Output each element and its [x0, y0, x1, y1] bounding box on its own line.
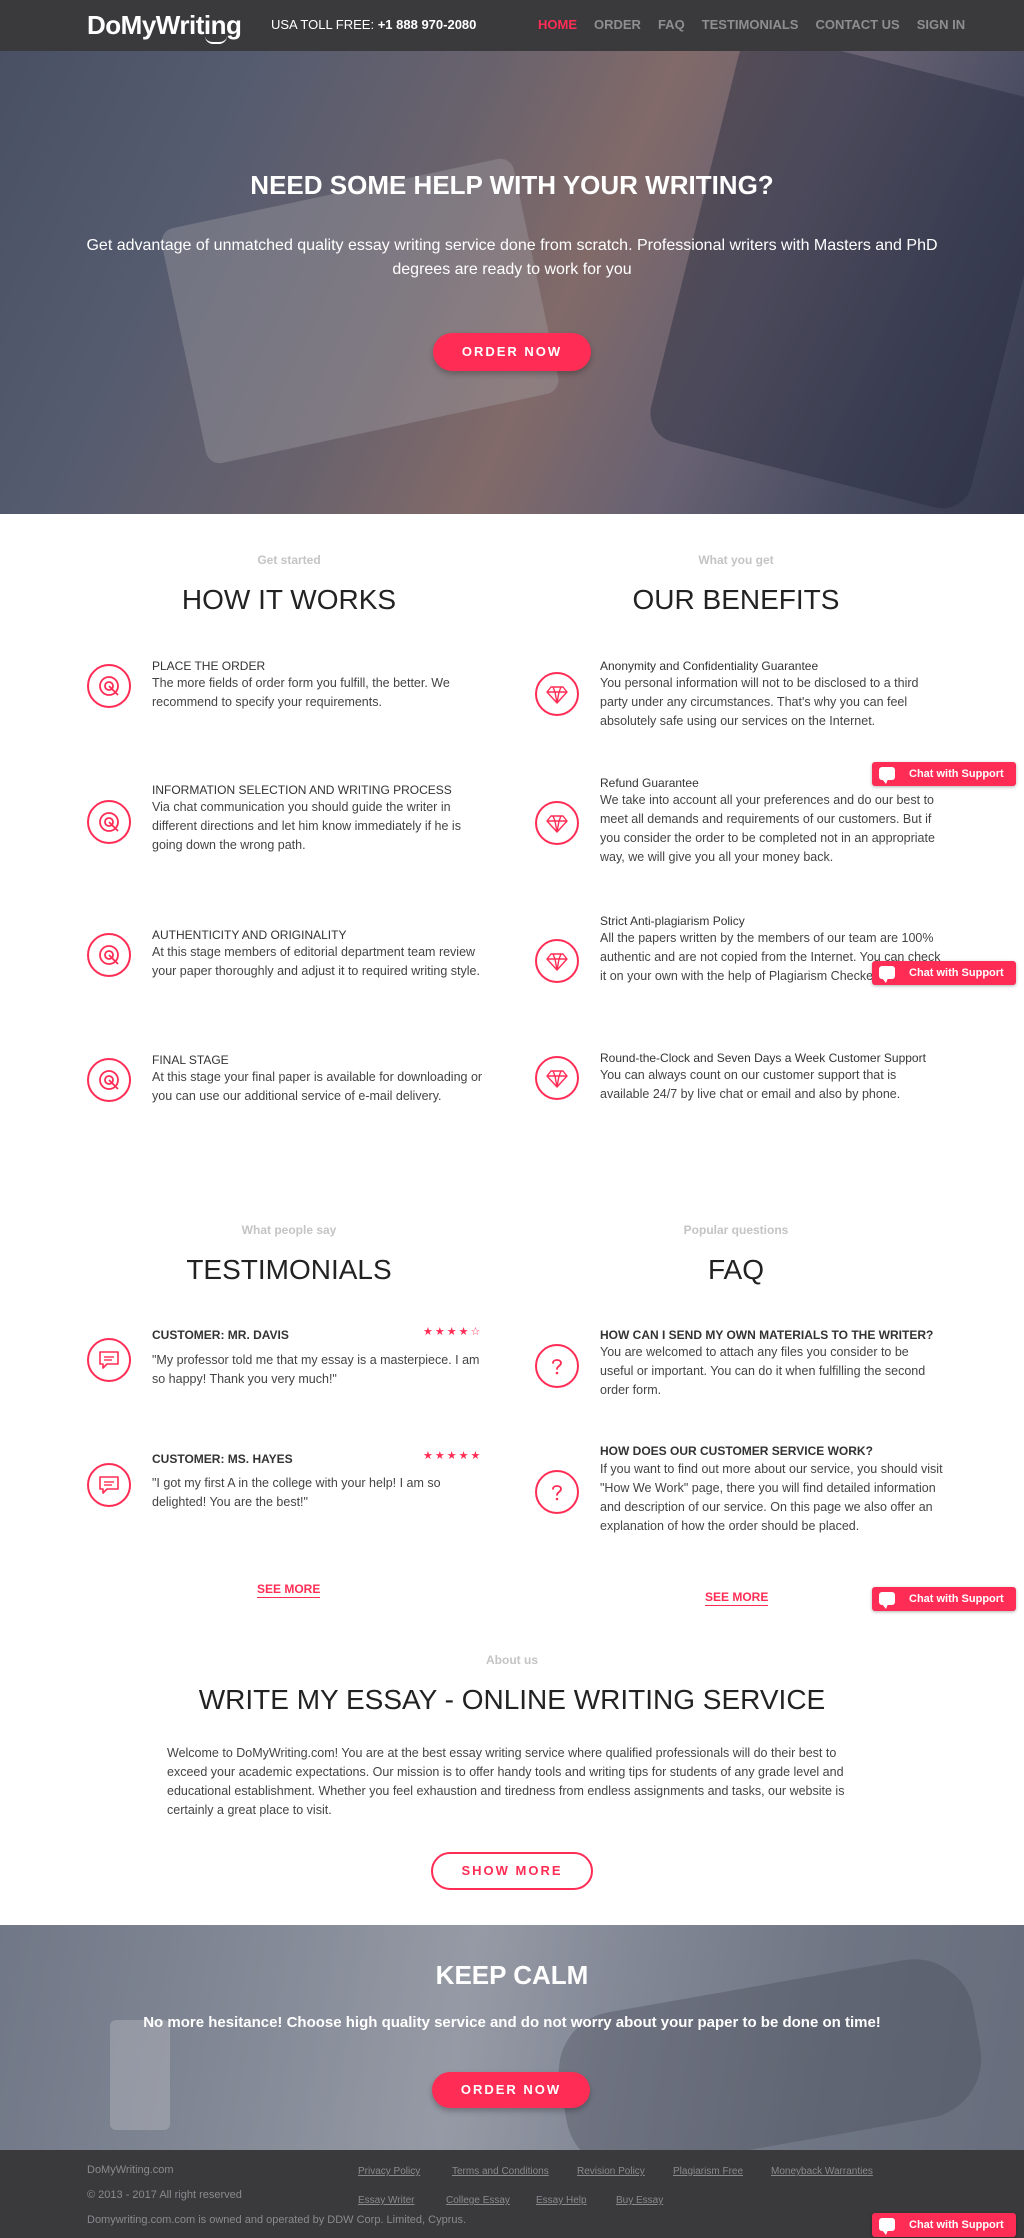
chat-label: Chat with Support — [909, 2219, 1004, 2231]
how-item-title: INFORMATION SELECTION AND WRITING PROCES… — [152, 783, 452, 797]
chat-bubble-icon — [879, 966, 895, 983]
footer-link-plagiarism-free[interactable]: Plagiarism Free — [673, 2166, 743, 2177]
chat-with-support-button[interactable]: Chat with Support — [872, 2213, 1016, 2237]
logo-smile-icon — [205, 36, 227, 44]
footer-site-name: DoMyWriting.com — [87, 2164, 174, 2176]
chat-with-support-button[interactable]: Chat with Support — [872, 961, 1016, 985]
site-footer: DoMyWriting.com © 2013 - 2017 All right … — [0, 2150, 1024, 2238]
footer-link-essay-help[interactable]: Essay Help — [536, 2195, 587, 2206]
benefit-item-text: We take into account all your preference… — [600, 793, 935, 864]
how-subtitle: Get started — [257, 553, 321, 567]
diamond-icon — [535, 801, 579, 845]
calm-order-now-button[interactable]: ORDER NOW — [432, 2072, 590, 2108]
toll-free-info: USA TOLL FREE: +1 888 970-2080 — [271, 17, 476, 32]
about-subtitle: About us — [486, 1653, 538, 1667]
faq-subtitle: Popular questions — [683, 1223, 789, 1237]
footer-link-buy-essay[interactable]: Buy Essay — [616, 2195, 663, 2206]
benefit-item-text: You can always count on our customer sup… — [600, 1068, 901, 1101]
testimonial-text: "I got my first A in the college with yo… — [152, 1476, 441, 1509]
show-more-button[interactable]: SHOW MORE — [431, 1852, 593, 1890]
hero-text: Get advantage of unmatched quality essay… — [86, 237, 938, 278]
footer-link-college-essay[interactable]: College Essay — [446, 2195, 510, 2206]
faq-answer: If you want to find out more about our s… — [600, 1462, 943, 1533]
nav-faq[interactable]: FAQ — [658, 17, 685, 32]
chat-label: Chat with Support — [909, 768, 1004, 780]
about-text: Welcome to DoMyWriting.com! You are at t… — [167, 1746, 845, 1817]
benefits-subtitle: What you get — [698, 553, 774, 567]
main-nav: HOME ORDER FAQ TESTIMONIALS CONTACT US S… — [538, 17, 965, 32]
chat-with-support-button[interactable]: Chat with Support — [872, 1587, 1016, 1611]
testimonial-text: "My professor told me that my essay is a… — [152, 1353, 480, 1386]
how-item-title: FINAL STAGE — [152, 1053, 229, 1067]
benefit-item-title: Anonymity and Confidentiality Guarantee — [600, 659, 819, 673]
testimonials-see-more-link[interactable]: SEE MORE — [257, 1582, 321, 1598]
chat-with-support-button[interactable]: Chat with Support — [872, 762, 1016, 786]
about-title: WRITE MY ESSAY - ONLINE WRITING SERVICE — [198, 1684, 826, 1715]
chat-bubble-icon — [879, 767, 895, 784]
rating-stars: ★★★★★ — [423, 1450, 483, 1462]
benefits-title: OUR BENEFITS — [632, 584, 840, 615]
how-item-text: At this stage members of editorial depar… — [152, 945, 480, 978]
nav-contact-us[interactable]: CONTACT US — [815, 17, 899, 32]
nav-order[interactable]: ORDER — [594, 17, 641, 32]
chat-bubble-icon — [879, 1592, 895, 1609]
diamond-icon — [535, 1056, 579, 1100]
target-icon — [87, 1058, 131, 1102]
footer-owner: Domywriting.com.com is owned and operate… — [87, 2214, 467, 2226]
calm-text: No more hesitance! Choose high quality s… — [143, 2014, 881, 2031]
how-title: HOW IT WORKS — [181, 584, 397, 615]
hero-section: NEED SOME HELP WITH YOUR WRITING? Get ad… — [0, 51, 1024, 514]
rating-stars: ★★★★☆ — [423, 1326, 483, 1338]
chat-bubble-icon — [879, 2218, 895, 2235]
hero-background-overlay — [0, 51, 1024, 514]
faq-answer: You are welcomed to attach any files you… — [600, 1345, 926, 1397]
footer-link-moneyback[interactable]: Moneyback Warranties — [771, 2166, 873, 2177]
nav-home[interactable]: HOME — [538, 17, 577, 32]
target-icon — [87, 664, 131, 708]
calm-background-overlay — [0, 1925, 1024, 2150]
target-icon — [87, 800, 131, 844]
how-item-text: The more fields of order form you fulfil… — [152, 676, 450, 709]
faq-title: FAQ — [707, 1254, 764, 1285]
testimonials-title: TESTIMONIALS — [186, 1254, 392, 1285]
footer-link-privacy-policy[interactable]: Privacy Policy — [358, 2166, 420, 2177]
toll-free-phone[interactable]: +1 888 970-2080 — [378, 17, 477, 32]
how-item-title: PLACE THE ORDER — [152, 659, 266, 673]
benefit-item-title: Refund Guarantee — [600, 776, 699, 790]
footer-copyright: © 2013 - 2017 All right reserved — [87, 2189, 242, 2201]
faq-question[interactable]: HOW CAN I SEND MY OWN MATERIALS TO THE W… — [600, 1328, 933, 1342]
question-icon — [535, 1344, 579, 1388]
footer-link-terms[interactable]: Terms and Conditions — [452, 2166, 549, 2177]
hero-title: NEED SOME HELP WITH YOUR WRITING? — [250, 170, 774, 200]
footer-link-essay-writer[interactable]: Essay Writer — [358, 2195, 415, 2206]
footer-link-revision-policy[interactable]: Revision Policy — [577, 2166, 645, 2177]
toll-free-label: USA TOLL FREE: — [271, 17, 375, 32]
benefit-item-text: You personal information will not to be … — [600, 676, 919, 728]
how-item-text: Via chat communication you should guide … — [152, 800, 461, 852]
testimonial-customer-name: CUSTOMER: MR. DAVIS — [152, 1328, 289, 1342]
calm-title: KEEP CALM — [435, 1960, 589, 1990]
benefit-item-title: Round-the-Clock and Seven Days a Week Cu… — [600, 1051, 926, 1065]
benefit-item-title: Strict Anti-plagiarism Policy — [600, 914, 745, 928]
site-header: DoMyWriting USA TOLL FREE: +1 888 970-20… — [0, 0, 1024, 51]
nav-sign-in[interactable]: SIGN IN — [917, 17, 965, 32]
comment-icon — [87, 1338, 131, 1382]
question-icon — [535, 1470, 579, 1514]
hero-order-now-button[interactable]: ORDER NOW — [433, 333, 591, 371]
faq-question[interactable]: HOW DOES OUR CUSTOMER SERVICE WORK? — [600, 1444, 873, 1458]
testimonials-subtitle: What people say — [241, 1223, 337, 1237]
keep-calm-section: KEEP CALM No more hesitance! Choose high… — [0, 1925, 1024, 2150]
comment-icon — [87, 1463, 131, 1507]
faq-see-more-link[interactable]: SEE MORE — [705, 1590, 769, 1606]
chat-label: Chat with Support — [909, 1593, 1004, 1605]
how-item-title: AUTHENTICITY AND ORIGINALITY — [152, 928, 347, 942]
testimonial-customer-name: CUSTOMER: MS. HAYES — [152, 1452, 293, 1466]
nav-testimonials[interactable]: TESTIMONIALS — [702, 17, 799, 32]
target-icon — [87, 933, 131, 977]
chat-label: Chat with Support — [909, 967, 1004, 979]
diamond-icon — [535, 672, 579, 716]
how-item-text: At this stage your final paper is availa… — [152, 1070, 483, 1103]
diamond-icon — [535, 939, 579, 983]
